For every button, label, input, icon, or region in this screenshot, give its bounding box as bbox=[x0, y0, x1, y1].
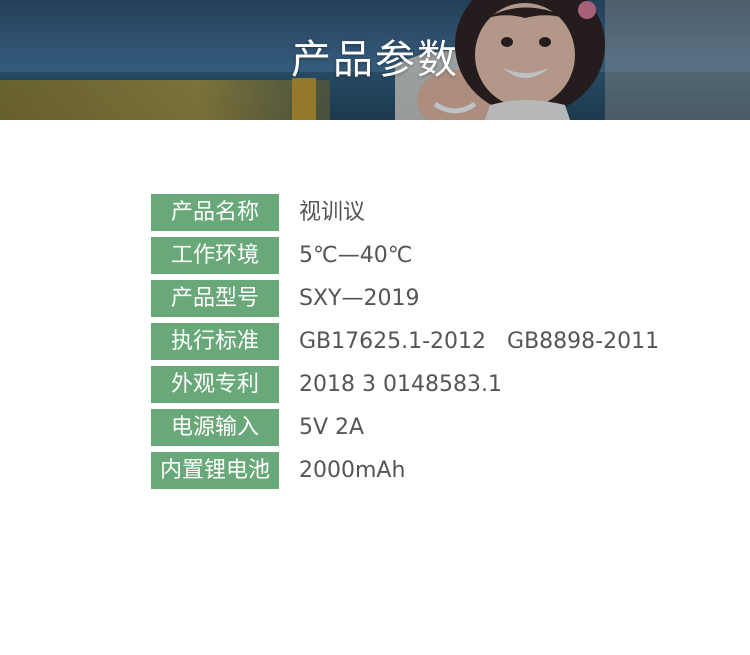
spec-value: 视训议 bbox=[299, 200, 366, 225]
spec-label: 产品名称 bbox=[151, 194, 279, 231]
spec-label: 执行标准 bbox=[151, 323, 279, 360]
spec-row-battery: 内置锂电池 2000mAh bbox=[151, 452, 671, 489]
spec-table: 产品名称 视训议 工作环境 5℃—40℃ 产品型号 SXY—2019 执行标准 … bbox=[151, 194, 671, 495]
spec-value: 2000mAh bbox=[299, 458, 406, 483]
spec-label: 电源输入 bbox=[151, 409, 279, 446]
spec-value: 2018 3 0148583.1 bbox=[299, 372, 502, 397]
spec-row-model-number: 产品型号 SXY—2019 bbox=[151, 280, 671, 317]
spec-row-power-input: 电源输入 5V 2A bbox=[151, 409, 671, 446]
page-title: 产品参数 bbox=[291, 37, 459, 83]
spec-value: 5℃—40℃ bbox=[299, 243, 413, 268]
spec-row-standard: 执行标准 GB17625.1-2012 GB8898-2011 bbox=[151, 323, 671, 360]
spec-label: 内置锂电池 bbox=[151, 452, 279, 489]
spec-label: 外观专利 bbox=[151, 366, 279, 403]
spec-value: 5V 2A bbox=[299, 415, 365, 440]
spec-label: 产品型号 bbox=[151, 280, 279, 317]
spec-value: GB17625.1-2012 GB8898-2011 bbox=[299, 329, 660, 354]
spec-row-design-patent: 外观专利 2018 3 0148583.1 bbox=[151, 366, 671, 403]
spec-value: SXY—2019 bbox=[299, 286, 420, 311]
spec-row-working-environment: 工作环境 5℃—40℃ bbox=[151, 237, 671, 274]
spec-label: 工作环境 bbox=[151, 237, 279, 274]
spec-row-product-name: 产品名称 视训议 bbox=[151, 194, 671, 231]
header-banner: 产品参数 bbox=[0, 0, 750, 120]
